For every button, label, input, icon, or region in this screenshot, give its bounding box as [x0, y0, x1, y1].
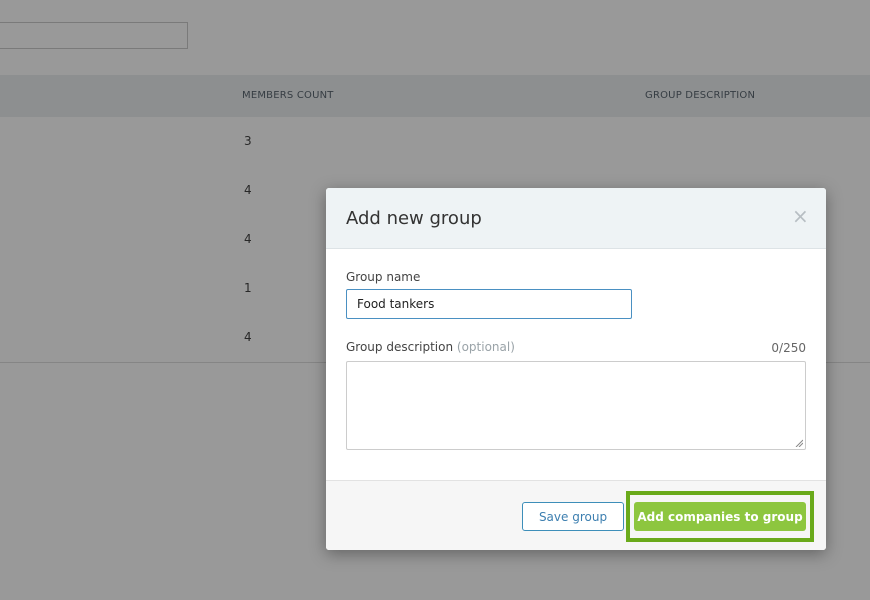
dialog-footer: Save group Add companies to group — [326, 480, 826, 550]
add-group-dialog: Add new group × Group name Group descrip… — [326, 188, 826, 550]
optional-hint: (optional) — [456, 340, 515, 354]
group-name-input[interactable] — [346, 289, 632, 319]
group-description-textarea[interactable] — [346, 361, 806, 450]
group-name-label: Group name — [346, 270, 421, 284]
resize-handle-icon[interactable] — [795, 439, 803, 447]
group-description-label-text: Group description — [346, 340, 454, 354]
dialog-header: Add new group × — [326, 188, 826, 249]
character-counter: 0/250 — [771, 341, 806, 355]
close-icon[interactable]: × — [792, 206, 809, 226]
add-companies-to-group-button[interactable]: Add companies to group — [634, 502, 806, 531]
dialog-title: Add new group — [346, 208, 482, 229]
group-description-label: Group description (optional) — [346, 340, 515, 354]
save-group-button[interactable]: Save group — [522, 502, 624, 531]
